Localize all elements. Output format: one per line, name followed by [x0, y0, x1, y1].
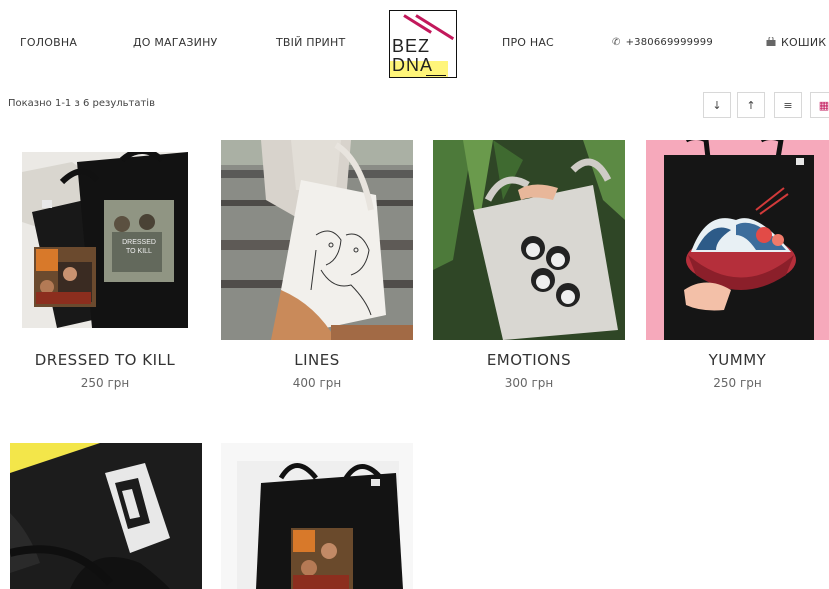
- product-card[interactable]: [10, 443, 202, 589]
- product-price: 300 грн: [504, 376, 554, 390]
- cart-label: КОШИК: [781, 36, 827, 49]
- product-image[interactable]: [221, 443, 413, 589]
- print-text: DRESSED: [122, 239, 156, 246]
- list-view-button[interactable]: ≡: [774, 92, 802, 118]
- product-image[interactable]: [646, 140, 829, 340]
- arrow-down-icon: ↓: [712, 98, 722, 112]
- product-price: 400 грн: [292, 376, 342, 390]
- logo-underline: [426, 75, 446, 76]
- product-image[interactable]: [433, 140, 625, 340]
- sort-ascending-button[interactable]: ↑: [737, 92, 765, 118]
- results-count: Показно 1-1 з 6 результатів: [8, 98, 155, 109]
- site-header: ГОЛОВНА ДО МАГАЗИНУ ТВІЙ ПРИНТ BEZ DNA П…: [0, 0, 829, 86]
- phone-number: +380669999999: [625, 37, 713, 48]
- list-icon: ≡: [783, 98, 793, 112]
- phone-icon: ✆: [612, 37, 621, 48]
- product-title[interactable]: DRESSED TO KILL: [10, 351, 200, 369]
- product-card[interactable]: EMOTIONS 300 грн: [433, 140, 625, 400]
- grid-view-button[interactable]: ▦: [810, 92, 829, 118]
- product-price: 250 грн: [80, 376, 130, 390]
- product-image[interactable]: [221, 140, 413, 340]
- nav-home-link[interactable]: ГОЛОВНА: [20, 36, 77, 49]
- logo-text-dna: DNA: [392, 55, 434, 75]
- product-title[interactable]: LINES: [221, 351, 413, 369]
- sort-descending-button[interactable]: ↓: [703, 92, 731, 118]
- product-card[interactable]: LINES 400 грн: [221, 140, 413, 400]
- nav-phone-link[interactable]: ✆ +380669999999: [612, 37, 713, 48]
- product-title[interactable]: YUMMY: [646, 351, 829, 369]
- bag-icon: [766, 36, 776, 49]
- product-image[interactable]: DRESSED TO KILL: [22, 152, 188, 328]
- product-card[interactable]: YUMMY 250 грн: [646, 140, 829, 400]
- product-image[interactable]: [10, 443, 202, 589]
- logo-text-bez: BEZ: [392, 36, 431, 56]
- nav-shop-link[interactable]: ДО МАГАЗИНУ: [133, 36, 217, 49]
- nav-about-link[interactable]: ПРО НАС: [502, 36, 554, 49]
- product-card[interactable]: DRESSED TO KILL DRESSED TO KILL 250 грн: [10, 140, 200, 400]
- product-price: 250 грн: [713, 376, 762, 390]
- brand-logo[interactable]: BEZ DNA: [389, 10, 457, 78]
- print-text: TO KILL: [126, 248, 152, 255]
- product-title[interactable]: EMOTIONS: [433, 351, 625, 369]
- product-card[interactable]: [221, 443, 413, 589]
- nav-print-link[interactable]: ТВІЙ ПРИНТ: [276, 36, 345, 49]
- grid-icon: ▦: [818, 98, 829, 112]
- arrow-up-icon: ↑: [746, 98, 756, 112]
- nav-cart-link[interactable]: КОШИК: [766, 36, 826, 49]
